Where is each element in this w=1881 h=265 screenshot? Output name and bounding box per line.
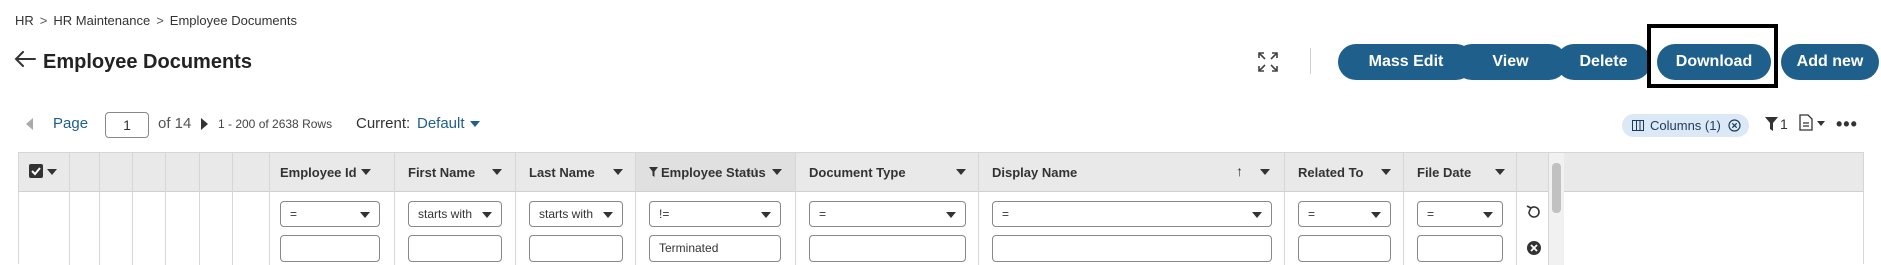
current-view-label: Current: (356, 115, 411, 132)
select-all-checkbox[interactable] (29, 164, 43, 178)
column-employee-status: Employee Status ↓↑ != Terminated (635, 153, 795, 265)
filter-icon[interactable] (1765, 117, 1778, 131)
sort-ascending-icon[interactable]: ↑ (1236, 163, 1243, 179)
filter-operator-select[interactable]: = (992, 201, 1272, 227)
breadcrumb-item-hr[interactable]: HR (15, 13, 34, 28)
column-document-type: Document Type = (795, 153, 978, 265)
reset-filter-icon[interactable] (1526, 204, 1542, 220)
column-filter-actions (1516, 153, 1548, 265)
row-count: 1 - 200 of 2638 Rows (218, 117, 333, 131)
delete-button[interactable]: Delete (1556, 44, 1651, 80)
scrollbar-thumb[interactable] (1552, 163, 1561, 213)
column-employee-id: Employee Id = (269, 153, 394, 265)
grid-column-divider (165, 153, 166, 265)
column-header-label[interactable]: Related To (1298, 165, 1364, 180)
column-header-label[interactable]: Display Name (992, 165, 1077, 180)
column-menu-chevron-icon[interactable] (361, 169, 371, 175)
filter-value-input[interactable] (992, 235, 1272, 262)
column-menu-chevron-icon[interactable] (492, 169, 502, 175)
filter-operator-select[interactable]: = (1298, 201, 1391, 227)
select-menu-chevron-icon[interactable] (47, 169, 57, 175)
column-display-name: Display Name ↑ = (978, 153, 1284, 265)
filter-count: 1 (1780, 116, 1788, 132)
column-header-label[interactable]: Document Type (809, 165, 906, 180)
filter-value-input[interactable] (1417, 235, 1503, 262)
grid-column-divider (132, 153, 133, 265)
columns-chip[interactable]: Columns (1) (1622, 114, 1749, 137)
filter-operator-select[interactable]: = (1417, 201, 1503, 227)
filter-operator-select[interactable]: starts with (408, 201, 502, 227)
column-menu-chevron-icon[interactable] (1495, 169, 1505, 175)
toolbar-divider (1310, 48, 1311, 74)
column-header-label[interactable]: First Name (408, 165, 475, 180)
next-page-icon[interactable] (201, 118, 208, 130)
page-total: of 14 (158, 115, 192, 132)
add-new-button[interactable]: Add new (1781, 44, 1879, 80)
checkmark-icon (31, 167, 41, 176)
view-button[interactable]: View (1454, 44, 1567, 80)
column-related-to: Related To = (1284, 153, 1403, 265)
documents-grid: Employee Id = First Name starts with Las… (18, 152, 1864, 265)
breadcrumb: HR > HR Maintenance > Employee Documents (15, 13, 297, 28)
page-label: Page (53, 115, 89, 132)
breadcrumb-item-hr-maintenance[interactable]: HR Maintenance (53, 13, 150, 28)
column-first-name: First Name starts with (394, 153, 515, 265)
grid-column-divider (199, 153, 200, 265)
prev-page-icon[interactable] (26, 118, 33, 130)
filter-active-icon (649, 167, 658, 177)
column-file-date: File Date = (1403, 153, 1516, 265)
current-view-dropdown[interactable]: Default (417, 115, 480, 132)
filter-value-input[interactable] (809, 235, 966, 262)
column-last-name: Last Name starts with (515, 153, 635, 265)
filter-operator-select[interactable]: = (809, 201, 966, 227)
filter-value-input[interactable] (1298, 235, 1391, 262)
column-menu-chevron-icon[interactable] (1260, 169, 1270, 175)
column-header-label[interactable]: File Date (1417, 165, 1471, 180)
page-title: Employee Documents (43, 51, 252, 73)
column-menu-chevron-icon[interactable] (613, 169, 623, 175)
highlight-box (1647, 24, 1778, 88)
filter-value-input[interactable] (280, 235, 380, 262)
columns-icon (1632, 120, 1644, 131)
filter-value-input[interactable] (408, 235, 502, 262)
breadcrumb-separator: > (156, 13, 164, 28)
vertical-scrollbar[interactable] (1548, 153, 1564, 265)
export-chevron-down-icon[interactable] (1817, 121, 1825, 126)
column-menu-chevron-icon[interactable] (1381, 169, 1391, 175)
current-view-value: Default (417, 115, 465, 132)
column-header-label[interactable]: Employee Id (280, 165, 357, 180)
chevron-down-icon (469, 120, 480, 127)
clear-chip-icon[interactable] (1728, 119, 1741, 132)
column-menu-chevron-icon[interactable] (772, 169, 782, 175)
filter-value-input[interactable] (529, 235, 623, 262)
grid-column-divider (232, 153, 233, 265)
grid-column-divider (69, 153, 70, 265)
column-header-label[interactable]: Last Name (529, 165, 595, 180)
filter-operator-select[interactable]: starts with (529, 201, 623, 227)
breadcrumb-item-employee-documents: Employee Documents (169, 13, 297, 28)
filter-operator-select[interactable]: != (649, 201, 781, 227)
back-arrow-icon[interactable] (14, 51, 36, 67)
filter-operator-select[interactable]: = (280, 201, 380, 227)
clear-filter-icon[interactable] (1526, 240, 1542, 256)
column-menu-chevron-icon[interactable] (956, 169, 966, 175)
export-document-icon[interactable] (1799, 114, 1813, 131)
columns-chip-label: Columns (1) (1650, 118, 1721, 133)
page-number-input[interactable]: 1 (105, 112, 149, 138)
grid-column-divider (99, 153, 100, 265)
sort-icon[interactable]: ↓↑ (747, 165, 758, 177)
more-options-icon[interactable]: ••• (1836, 114, 1858, 135)
filter-value-input[interactable]: Terminated (649, 235, 781, 262)
fullscreen-icon[interactable] (1257, 51, 1279, 73)
breadcrumb-separator: > (39, 13, 48, 28)
